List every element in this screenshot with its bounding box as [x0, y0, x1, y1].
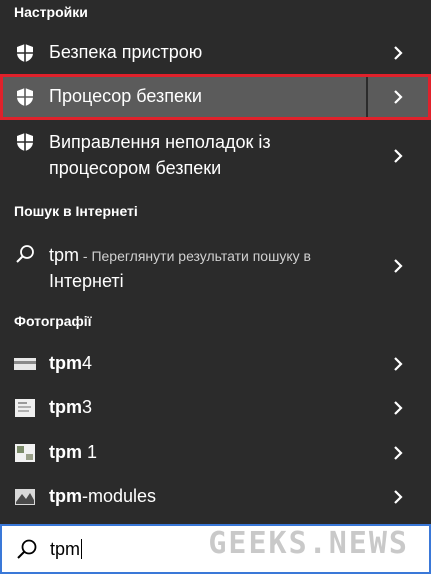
- search-icon: [14, 243, 36, 265]
- result-device-security[interactable]: Безпека пристрою: [0, 31, 431, 75]
- result-photo-tpm-modules[interactable]: tpm-modules: [0, 475, 431, 519]
- web-result-term: tpm: [49, 245, 80, 265]
- photo-name: tpm4: [49, 353, 93, 373]
- web-result-desc: - Переглянути результати пошуку в: [79, 248, 311, 264]
- shield-icon: [14, 86, 36, 108]
- section-header-settings: Настройки: [14, 4, 88, 20]
- chevron-right-icon[interactable]: [391, 256, 405, 276]
- search-results-panel: Настройки Безпека пристрою Процесор безп…: [0, 0, 431, 524]
- image-thumbnail-icon: [14, 442, 36, 464]
- web-result-desc-line2: Інтернеті: [49, 271, 124, 291]
- search-icon: [16, 538, 38, 560]
- result-photo-tpm4[interactable]: tpm4: [0, 342, 431, 386]
- result-web-search[interactable]: tpm - Переглянути результати пошуку в Ін…: [0, 234, 431, 298]
- result-label: Безпека пристрою: [49, 42, 203, 62]
- image-thumbnail-icon: [14, 486, 36, 508]
- result-photo-tpm3[interactable]: tpm3: [0, 386, 431, 430]
- chevron-right-icon[interactable]: [391, 43, 405, 63]
- shield-icon: [14, 42, 36, 64]
- web-result-line1: tpm - Переглянути результати пошуку в: [49, 244, 311, 268]
- image-thumbnail-icon: [14, 353, 36, 375]
- result-label-line1: Виправлення неполадок із: [49, 132, 271, 152]
- chevron-right-icon[interactable]: [391, 487, 405, 507]
- chevron-right-icon[interactable]: [391, 87, 405, 107]
- text-caret: [81, 539, 83, 559]
- chevron-right-icon[interactable]: [391, 354, 405, 374]
- watermark: GEEKS.NEWS: [208, 526, 409, 561]
- section-header-photos: Фотографії: [14, 313, 92, 329]
- search-value: tpm: [50, 539, 81, 559]
- result-label-line2: процесором безпеки: [49, 158, 222, 178]
- chevron-right-icon[interactable]: [391, 398, 405, 418]
- photo-name: tpm 1: [49, 442, 98, 462]
- result-photo-tpm1[interactable]: tpm 1: [0, 431, 431, 475]
- chevron-right-icon[interactable]: [391, 146, 405, 166]
- chevron-right-icon[interactable]: [391, 443, 405, 463]
- result-troubleshoot-security-processor[interactable]: Виправлення неполадок із процесором безп…: [0, 124, 431, 188]
- selected-divider: [366, 77, 368, 117]
- photo-name: tpm3: [49, 397, 93, 417]
- result-label: Процесор безпеки: [49, 86, 202, 106]
- search-input[interactable]: tpm: [50, 539, 83, 560]
- shield-icon: [14, 131, 36, 153]
- section-header-web-search: Пошук в Інтернеті: [14, 203, 138, 219]
- photo-name: tpm-modules: [49, 486, 157, 506]
- image-thumbnail-icon: [14, 397, 36, 419]
